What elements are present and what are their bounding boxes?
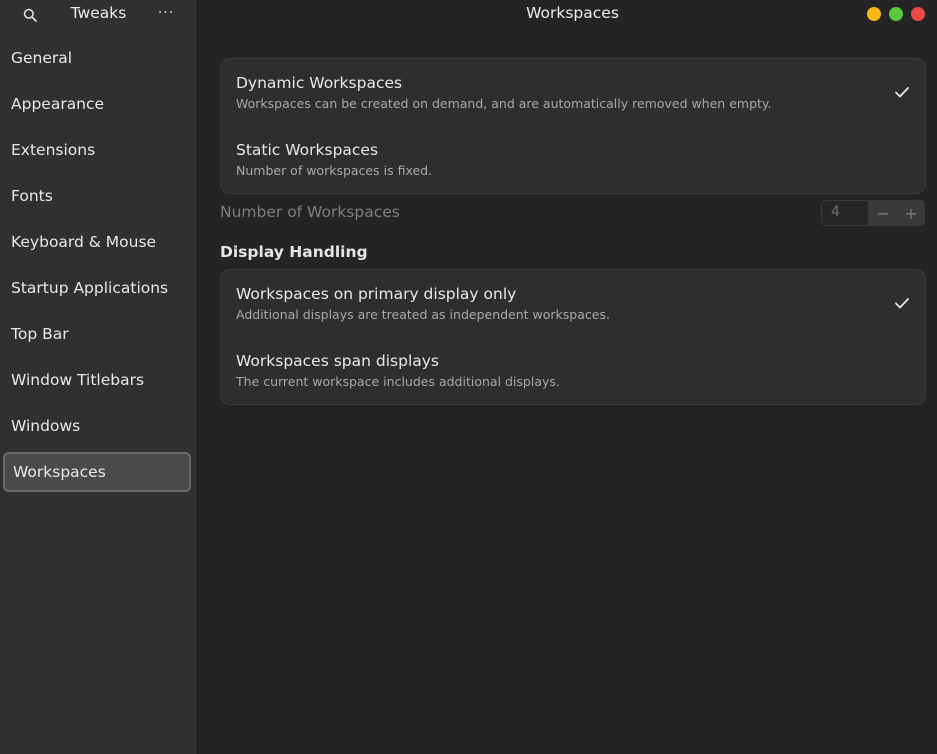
display-handling-heading: Display Handling xyxy=(220,243,368,261)
more-icon: ··· xyxy=(157,5,175,21)
option-span-displays[interactable]: Workspaces span displays The current wor… xyxy=(221,337,925,404)
option-subtitle: Workspaces can be created on demand, and… xyxy=(236,96,772,111)
close-button[interactable] xyxy=(911,7,925,21)
option-dynamic-workspaces[interactable]: Dynamic Workspaces Workspaces can be cre… xyxy=(221,59,925,126)
sidebar-item-label: Extensions xyxy=(11,141,96,159)
option-subtitle: Additional displays are treated as indep… xyxy=(236,307,610,322)
decrement-button[interactable]: − xyxy=(869,200,897,226)
sidebar-item-label: General xyxy=(11,49,73,67)
option-static-workspaces[interactable]: Static Workspaces Number of workspaces i… xyxy=(221,126,925,193)
option-title: Workspaces span displays xyxy=(236,352,439,370)
sidebar-item-fonts[interactable]: Fonts xyxy=(0,173,197,219)
search-icon xyxy=(23,8,37,22)
main-content: Workspaces Dynamic Workspaces Workspaces… xyxy=(198,0,937,754)
option-title: Static Workspaces xyxy=(236,141,379,159)
checkmark-icon xyxy=(895,298,909,309)
option-subtitle: The current workspace includes additiona… xyxy=(236,374,560,389)
sidebar-item-appearance[interactable]: Appearance xyxy=(0,81,197,127)
sidebar-item-label: Appearance xyxy=(11,95,105,113)
sidebar-list: General Appearance Extensions Fonts Keyb… xyxy=(0,35,197,492)
option-subtitle: Number of workspaces is fixed. xyxy=(236,163,433,178)
plus-icon: + xyxy=(904,203,918,223)
page-title: Workspaces xyxy=(526,4,619,22)
increment-button[interactable]: + xyxy=(897,200,925,226)
sidebar-item-label: Workspaces xyxy=(13,463,106,481)
number-of-workspaces-label: Number of Workspaces xyxy=(220,203,400,221)
sidebar-item-workspaces[interactable]: Workspaces xyxy=(3,452,191,492)
sidebar-item-label: Top Bar xyxy=(11,325,69,343)
window-controls xyxy=(867,7,925,21)
workspace-mode-card: Dynamic Workspaces Workspaces can be cre… xyxy=(220,58,926,194)
sidebar-item-label: Fonts xyxy=(11,187,53,205)
search-button[interactable] xyxy=(20,5,40,25)
number-of-workspaces-input[interactable]: 4 xyxy=(821,200,869,226)
checkmark-icon xyxy=(895,87,909,98)
sidebar-item-windows[interactable]: Windows xyxy=(0,403,197,449)
sidebar-item-extensions[interactable]: Extensions xyxy=(0,127,197,173)
sidebar: Tweaks ··· General Appearance Extensions… xyxy=(0,0,198,754)
sidebar-item-top-bar[interactable]: Top Bar xyxy=(0,311,197,357)
minimize-button[interactable] xyxy=(867,7,881,21)
option-title: Workspaces on primary display only xyxy=(236,285,517,303)
sidebar-item-startup-applications[interactable]: Startup Applications xyxy=(0,265,197,311)
minus-icon: − xyxy=(876,203,890,223)
sidebar-item-window-titlebars[interactable]: Window Titlebars xyxy=(0,357,197,403)
sidebar-item-general[interactable]: General xyxy=(0,35,197,81)
sidebar-item-keyboard-mouse[interactable]: Keyboard & Mouse xyxy=(0,219,197,265)
sidebar-item-label: Windows xyxy=(11,417,81,435)
option-title: Dynamic Workspaces xyxy=(236,74,403,92)
sidebar-header: Tweaks ··· xyxy=(0,0,197,30)
sidebar-item-label: Keyboard & Mouse xyxy=(11,233,157,251)
display-handling-card: Workspaces on primary display only Addit… xyxy=(220,269,926,405)
sidebar-item-label: Startup Applications xyxy=(11,279,169,297)
sidebar-item-label: Window Titlebars xyxy=(11,371,145,389)
option-primary-display-only[interactable]: Workspaces on primary display only Addit… xyxy=(221,270,925,337)
maximize-button[interactable] xyxy=(889,7,903,21)
more-menu-button[interactable]: ··· xyxy=(155,3,177,23)
